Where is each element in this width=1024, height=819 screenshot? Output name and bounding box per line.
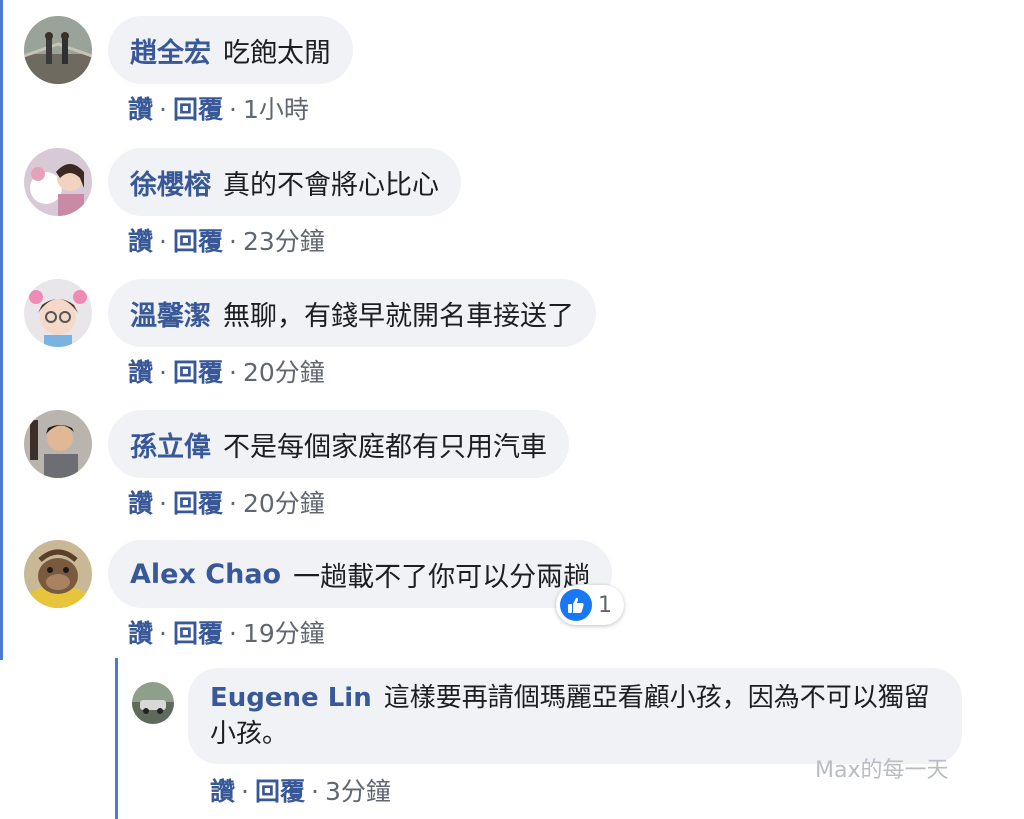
reply-button[interactable]: 回覆 [255,777,305,806]
separator: · [228,489,237,518]
timestamp[interactable]: 20分鐘 [243,358,325,387]
separator: · [159,489,167,518]
comment-text: 一趟載不了你可以分兩趟 [293,561,591,593]
timestamp[interactable]: 20分鐘 [243,489,325,518]
reply-button[interactable]: 回覆 [173,227,223,256]
comment-bubble: Alex Chao 一趟載不了你可以分兩趟 [108,540,613,608]
reply-bubble: Eugene Lin 這樣要再請個瑪麗亞看顧小孩，因為不可以獨留小孩。 [188,668,962,764]
comment-text: 無聊，有錢早就開名車接送了 [223,300,574,332]
separator: · [228,95,237,124]
separator: · [228,227,237,256]
avatar[interactable] [24,148,92,216]
separator: · [228,358,237,387]
comment-text: 吃飽太閒 [223,37,331,69]
comment-actions: 讚 · 回覆 · 1小時 [128,90,309,126]
comment-bubble: 孫立偉 不是每個家庭都有只用汽車 [108,410,569,478]
separator: · [159,227,167,256]
like-button[interactable]: 讚 [128,95,153,124]
comment-actions: 讚 · 回覆 · 23分鐘 [128,222,325,258]
comment-text: 不是每個家庭都有只用汽車 [223,431,547,463]
separator: · [228,619,237,648]
reply-button[interactable]: 回覆 [173,358,223,387]
separator: · [159,619,167,648]
like-button[interactable]: 讚 [128,227,153,256]
timestamp[interactable]: 19分鐘 [243,619,325,648]
comment-text: 真的不會將心比心 [223,169,439,201]
separator: · [159,358,167,387]
separator: · [310,777,319,806]
avatar[interactable] [24,279,92,347]
commenter-name[interactable]: 孫立偉 [130,425,211,464]
thread-line [0,0,3,660]
comment-bubble: 趙全宏 吃飽太閒 [108,16,353,84]
avatar[interactable] [24,16,92,84]
commenter-name[interactable]: 徐櫻榕 [130,163,211,202]
reaction-badge[interactable]: 1 [556,585,624,625]
timestamp[interactable]: 3分鐘 [325,777,391,806]
like-button[interactable]: 讚 [128,489,153,518]
commenter-name[interactable]: Eugene Lin [210,683,372,713]
reply-button[interactable]: 回覆 [173,489,223,518]
timestamp[interactable]: 1小時 [243,95,309,124]
commenter-name[interactable]: 溫馨潔 [130,294,211,333]
reply-actions: 讚 · 回覆 · 3分鐘 [210,772,391,808]
reaction-count: 1 [598,592,612,618]
comment-actions: 讚 · 回覆 · 20分鐘 [128,484,325,520]
thumbs-up-icon [560,589,592,621]
reply-button[interactable]: 回覆 [173,619,223,648]
comment-actions: 讚 · 回覆 · 20分鐘 [128,353,325,389]
like-button[interactable]: 讚 [128,358,153,387]
avatar[interactable] [24,410,92,478]
like-button[interactable]: 讚 [128,619,153,648]
commenter-name[interactable]: 趙全宏 [130,31,211,70]
reply-thread-line [115,658,118,819]
comment-bubble: 溫馨潔 無聊，有錢早就開名車接送了 [108,279,596,347]
commenter-name[interactable]: Alex Chao [130,559,281,590]
watermark: Max的每一天 [815,758,949,783]
separator: · [241,777,249,806]
avatar[interactable] [132,682,174,724]
comment-bubble: 徐櫻榕 真的不會將心比心 [108,148,461,216]
like-button[interactable]: 讚 [210,777,235,806]
separator: · [159,95,167,124]
comment-actions: 讚 · 回覆 · 19分鐘 [128,614,325,650]
timestamp[interactable]: 23分鐘 [243,227,325,256]
avatar[interactable] [24,540,92,608]
reply-button[interactable]: 回覆 [173,95,223,124]
